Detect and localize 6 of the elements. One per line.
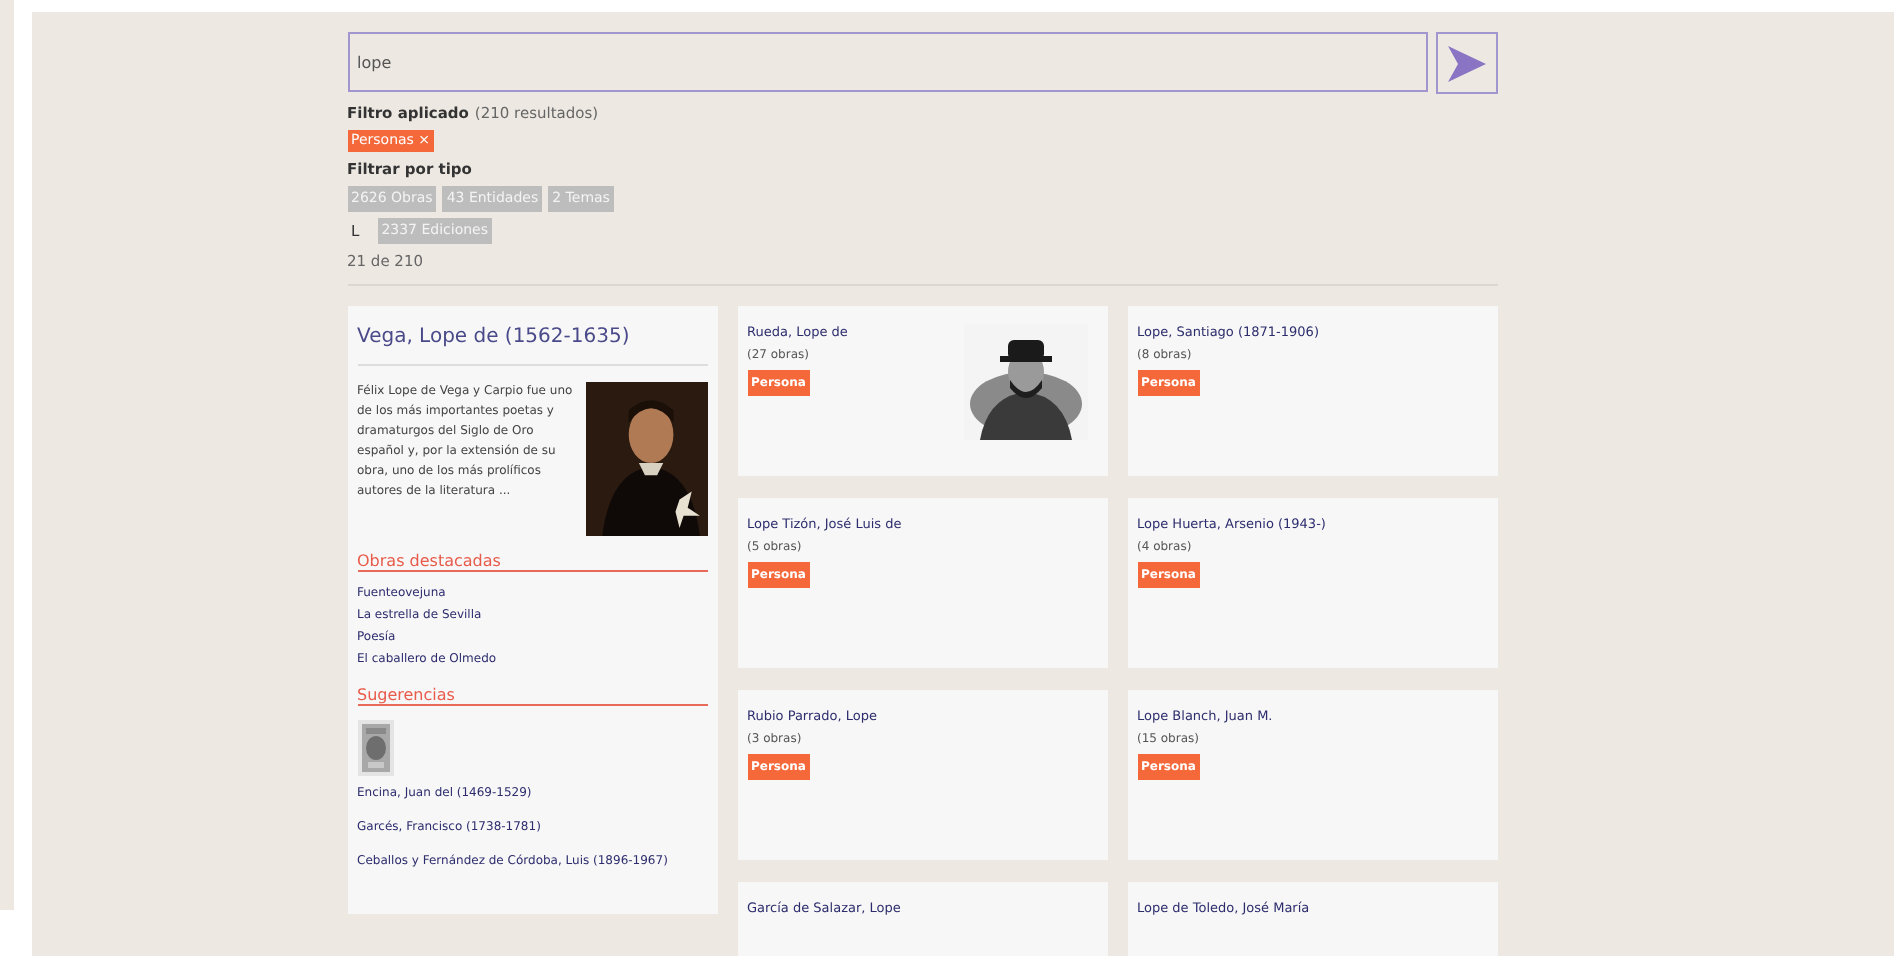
search-field[interactable]: lope [347,32,1427,92]
section-heading: Obras destacadas [357,552,707,572]
section-heading: Sugerencias [357,686,707,706]
send-icon [1444,41,1488,85]
search-button[interactable] [1435,32,1497,94]
featured-title[interactable]: Vega, Lope de (1562-1635) [357,326,707,348]
